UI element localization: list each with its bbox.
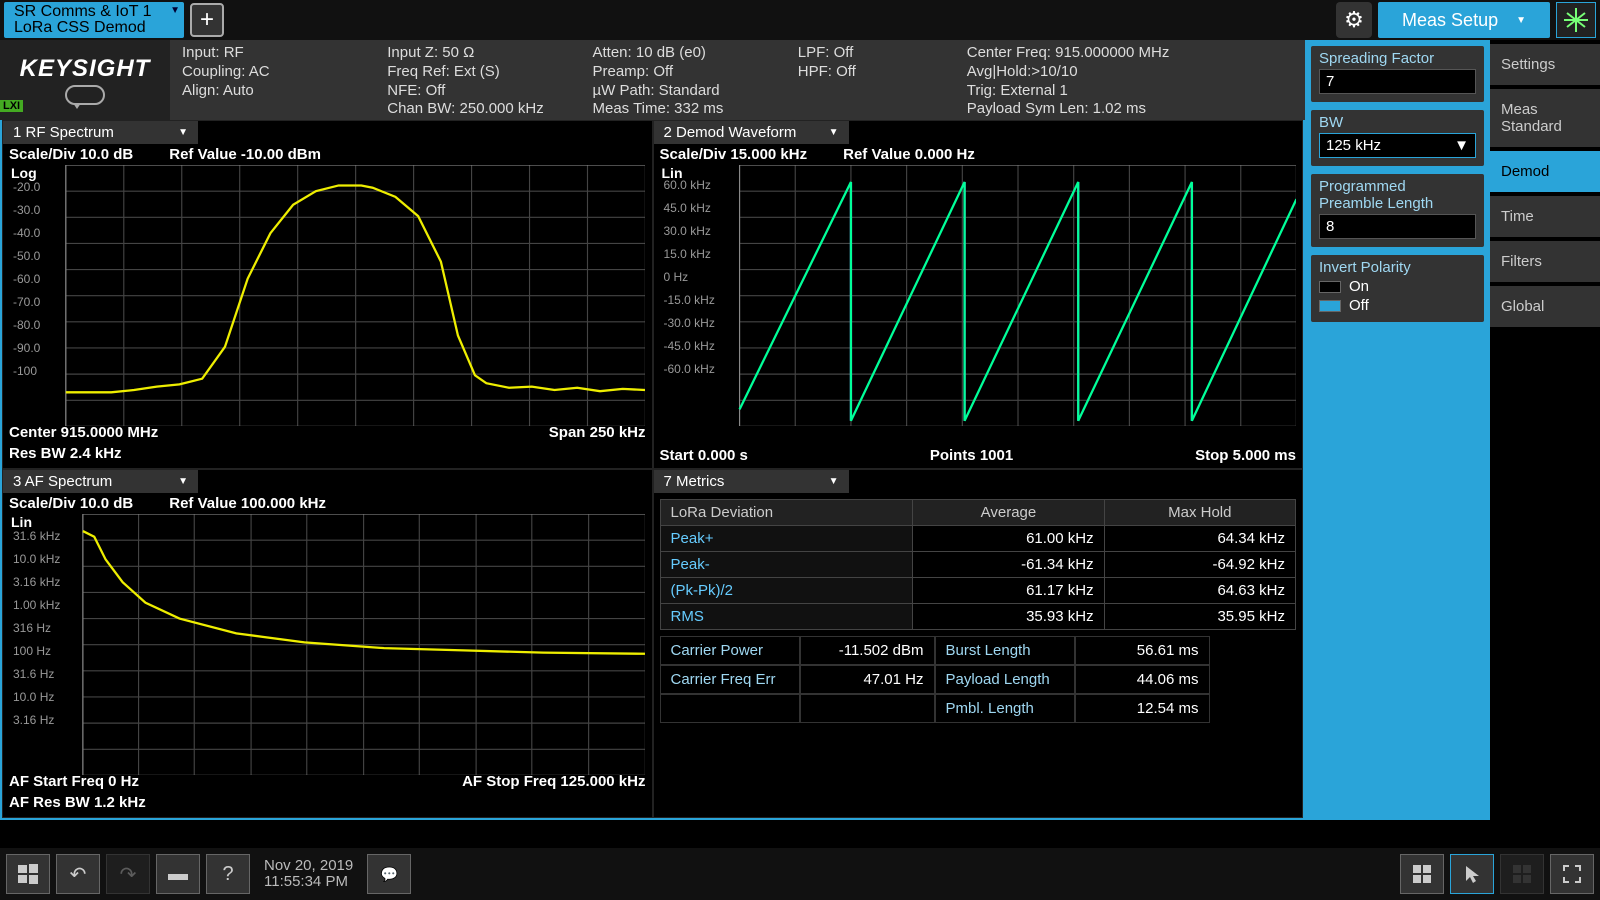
mode-line1: SR Comms & IoT 1 <box>14 4 174 20</box>
info-col-4: LPF: OffHPF: Off <box>786 40 955 120</box>
panel1-selector[interactable]: 1 RF Spectrum▼ <box>3 121 198 144</box>
af-spectrum-plot[interactable]: Lin 31.6 kHz10.0 kHz3.16 kHz1.00 kHz316 … <box>9 514 646 771</box>
chevron-down-icon: ▼ <box>170 6 180 16</box>
tab-demod[interactable]: Demod <box>1490 151 1600 192</box>
tab-meas-standard[interactable]: Meas Standard <box>1490 89 1600 147</box>
demod-waveform-plot[interactable]: Lin 60.0 kHz45.0 kHz30.0 kHz15.0 kHz0 Hz… <box>660 165 1297 445</box>
datetime: Nov 20, 201911:55:34 PM <box>256 858 361 891</box>
panel-rf-spectrum[interactable]: 1 RF Spectrum▼ Scale/Div 10.0 dBRef Valu… <box>2 120 653 469</box>
info-col-1: Input: RFCoupling: ACAlign: Auto <box>170 40 375 120</box>
chevron-down-icon: ▼ <box>1516 15 1526 26</box>
tab-filters[interactable]: Filters <box>1490 241 1600 282</box>
sub-metrics: Carrier Power-11.502 dBmBurst Length56.6… <box>660 636 1297 723</box>
panel3-selector[interactable]: 3 AF Spectrum▼ <box>3 470 198 493</box>
add-tab-button[interactable]: + <box>190 3 224 37</box>
undo-button[interactable]: ↶ <box>56 854 100 894</box>
bw-group[interactable]: BW 125 kHz▼ <box>1311 110 1484 166</box>
invert-off-option[interactable]: Off <box>1319 297 1476 314</box>
gear-icon: ⚙ <box>1344 7 1364 33</box>
folder-button[interactable]: ▬ <box>156 854 200 894</box>
spreading-factor-group[interactable]: Spreading Factor 7 <box>1311 46 1484 102</box>
chat-button[interactable]: 💬 <box>367 854 411 894</box>
side-tabs: SettingsMeas StandardDemodTimeFiltersGlo… <box>1490 40 1600 820</box>
layout-button-2[interactable] <box>1500 854 1544 894</box>
panel2-selector[interactable]: 2 Demod Waveform▼ <box>654 121 849 144</box>
metrics-table: LoRa DeviationAverageMax Hold Peak+61.00… <box>660 499 1297 630</box>
speech-bubble-icon <box>65 85 105 105</box>
info-col-2: Input Z: 50 ΩFreq Ref: Ext (S)NFE: OffCh… <box>375 40 580 120</box>
info-col-5: Center Freq: 915.000000 MHzAvg|Hold:>10/… <box>955 40 1305 120</box>
preamble-group[interactable]: Programmed Preamble Length 8 <box>1311 174 1484 247</box>
bottom-toolbar: ↶ ↷ ▬ ? Nov 20, 201911:55:34 PM 💬 <box>0 848 1600 900</box>
panel-metrics[interactable]: 7 Metrics▼ LoRa DeviationAverageMax Hold… <box>653 469 1304 818</box>
info-col-3: Atten: 10 dB (e0)Preamp: OffµW Path: Sta… <box>581 40 786 120</box>
fullscreen-button[interactable] <box>1550 854 1594 894</box>
mode-tab[interactable]: SR Comms & IoT 1 LoRa CSS Demod ▼ <box>4 2 184 38</box>
meas-setup-button[interactable]: Meas Setup ▼ <box>1378 2 1550 38</box>
help-button[interactable]: ? <box>206 854 250 894</box>
spreading-factor-input[interactable]: 7 <box>1319 69 1476 94</box>
run-continuous-button[interactable] <box>1556 2 1596 38</box>
bw-select[interactable]: 125 kHz▼ <box>1319 133 1476 158</box>
panel4-selector[interactable]: 7 Metrics▼ <box>654 470 849 493</box>
tab-global[interactable]: Global <box>1490 286 1600 327</box>
chevron-down-icon: ▼ <box>1454 137 1469 154</box>
preamble-length-input[interactable]: 8 <box>1319 214 1476 239</box>
brand-logo: KEYSIGHT <box>0 40 170 120</box>
panel-af-spectrum[interactable]: 3 AF Spectrum▼ Scale/Div 10.0 dBRef Valu… <box>2 469 653 818</box>
redo-button[interactable]: ↷ <box>106 854 150 894</box>
lxi-badge: LXI <box>0 100 23 112</box>
rf-spectrum-plot[interactable]: Log -20.0-30.0-40.0-50.0-60.0-70.0-80.0-… <box>9 165 646 422</box>
invert-on-option[interactable]: On <box>1319 278 1476 295</box>
invert-polarity-group[interactable]: Invert Polarity On Off <box>1311 255 1484 322</box>
tab-time[interactable]: Time <box>1490 196 1600 237</box>
windows-button[interactable] <box>6 854 50 894</box>
panel-demod-waveform[interactable]: 2 Demod Waveform▼ Scale/Div 15.000 kHzRe… <box>653 120 1304 469</box>
status-bar: KEYSIGHT Input: RFCoupling: ACAlign: Aut… <box>0 40 1305 120</box>
mode-line2: LoRa CSS Demod <box>14 20 174 36</box>
tab-settings[interactable]: Settings <box>1490 44 1600 85</box>
meas-setup-sidebar: Spreading Factor 7 BW 125 kHz▼ Programme… <box>1305 40 1490 820</box>
layout-button-1[interactable] <box>1400 854 1444 894</box>
cursor-button[interactable] <box>1450 854 1494 894</box>
settings-gear-button[interactable]: ⚙ <box>1336 2 1372 38</box>
